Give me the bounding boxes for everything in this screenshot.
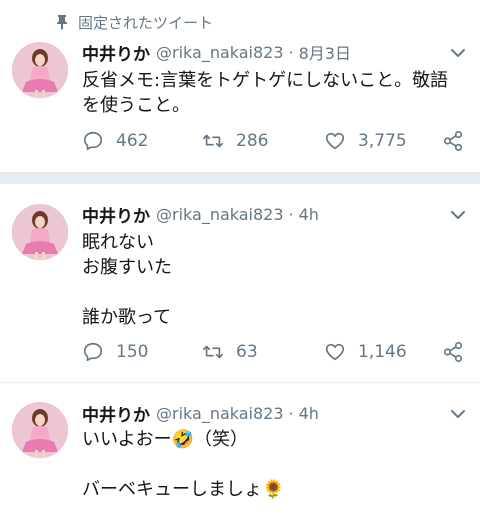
avatar[interactable]: [12, 42, 68, 98]
tweet-pinned[interactable]: 固定されたツイート 中井りか @rika_nakai823 · 8月3日 反省メ…: [0, 0, 480, 172]
heart-icon: [325, 343, 345, 361]
tweet-text: いいよおー🤣（笑） バーベキューしましょ🌻: [82, 429, 285, 500]
pinned-label: 固定されたツイート: [78, 13, 214, 32]
user-handle[interactable]: @rika_nakai823: [156, 404, 284, 423]
reply-button[interactable]: 150: [82, 339, 148, 365]
separator-dot: ·: [288, 42, 294, 62]
like-button[interactable]: 3,775: [324, 128, 407, 154]
user-handle[interactable]: @rika_nakai823: [156, 43, 284, 62]
tweet[interactable]: 中井りか @rika_nakai823 · 4h いいよおー🤣（笑） バーベキュ…: [0, 383, 480, 518]
tweet-header: 中井りか @rika_nakai823 · 4h: [82, 401, 319, 426]
retweet-icon: [203, 134, 223, 148]
display-name[interactable]: 中井りか: [82, 401, 150, 426]
separator-dot: ·: [288, 403, 294, 423]
retweet-icon: [203, 345, 223, 359]
pin-icon: [57, 15, 67, 30]
like-count: 3,775: [358, 131, 407, 151]
tweet-actions: 150 63 1,146: [82, 339, 472, 365]
tweet-header: 中井りか @rika_nakai823 · 4h: [82, 202, 319, 227]
chevron-down-icon[interactable]: [450, 409, 466, 419]
tweet-header: 中井りか @rika_nakai823 · 8月3日: [82, 40, 351, 65]
retweet-count: 286: [236, 131, 269, 151]
chevron-down-icon[interactable]: [450, 210, 466, 220]
chevron-down-icon[interactable]: [450, 48, 466, 58]
reply-count: 462: [116, 131, 149, 151]
reply-count: 150: [116, 342, 149, 362]
tweet-time[interactable]: 4h: [299, 404, 319, 423]
avatar-image: [12, 42, 68, 98]
pinned-indicator: 固定されたツイート: [56, 12, 213, 32]
heart-icon: [325, 132, 345, 150]
retweet-count: 63: [236, 342, 258, 362]
section-divider: [0, 172, 480, 184]
reply-icon: [83, 131, 103, 151]
tweet-time[interactable]: 4h: [299, 205, 319, 224]
avatar-image: [12, 402, 68, 458]
tweet-text: 眠れない お腹すいた 誰か歌って: [82, 232, 172, 328]
avatar[interactable]: [12, 204, 68, 260]
retweet-button[interactable]: 286: [202, 128, 268, 154]
retweet-button[interactable]: 63: [202, 339, 258, 365]
tweet[interactable]: 中井りか @rika_nakai823 · 4h 眠れない お腹すいた 誰か歌っ…: [0, 184, 480, 382]
tweet-actions: 462 286 3,775: [82, 128, 472, 154]
separator-dot: ·: [288, 204, 294, 224]
display-name[interactable]: 中井りか: [82, 202, 150, 227]
tweet-time[interactable]: 8月3日: [299, 40, 351, 64]
tweet-text: 反省メモ:言葉をトゲトゲにしないこと。敬語 を使うこと。: [82, 70, 449, 116]
like-button[interactable]: 1,146: [324, 339, 407, 365]
reply-button[interactable]: 462: [82, 128, 148, 154]
share-icon[interactable]: [442, 130, 464, 152]
reply-icon: [83, 342, 103, 362]
user-handle[interactable]: @rika_nakai823: [156, 205, 284, 224]
avatar[interactable]: [12, 402, 68, 458]
avatar-image: [12, 204, 68, 260]
share-icon[interactable]: [442, 341, 464, 363]
like-count: 1,146: [358, 342, 407, 362]
display-name[interactable]: 中井りか: [82, 40, 150, 65]
